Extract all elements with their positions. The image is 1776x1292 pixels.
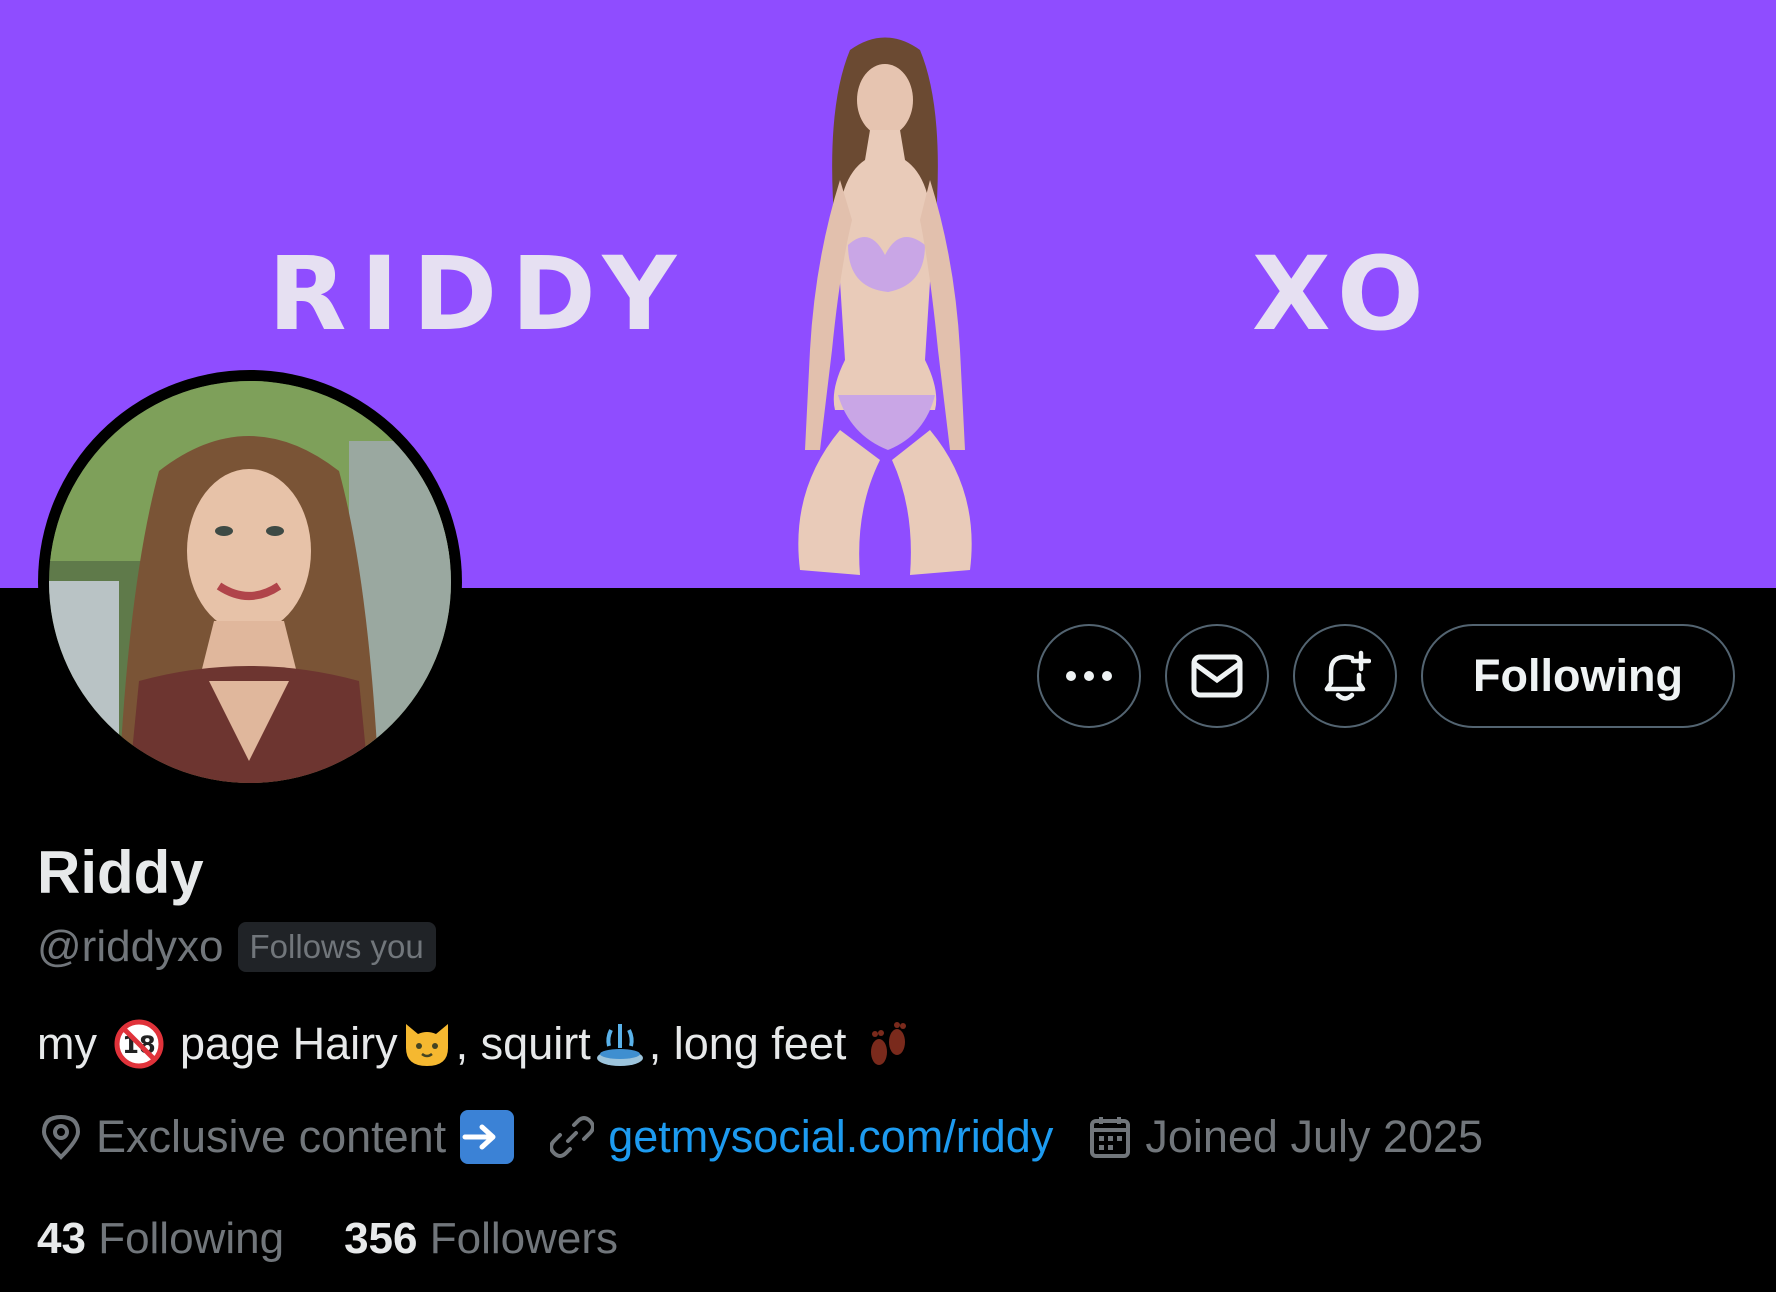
- followers-count-link[interactable]: 356 Followers: [344, 1214, 618, 1264]
- banner-text-left: RIDDY: [268, 235, 691, 354]
- cat-icon: [398, 1015, 456, 1073]
- bell-plus-icon: [1324, 650, 1372, 701]
- following-count: 43: [37, 1214, 86, 1263]
- website-item[interactable]: getmysocial.com/riddy: [550, 1111, 1053, 1163]
- profile-actions: Following: [1037, 624, 1735, 728]
- message-button[interactable]: [1165, 624, 1270, 728]
- notify-button[interactable]: [1293, 624, 1398, 728]
- calendar-icon: [1090, 1117, 1131, 1158]
- following-label: Following: [98, 1214, 285, 1263]
- joined-item: Joined July 2025: [1089, 1111, 1483, 1163]
- avatar-photo: [49, 381, 451, 783]
- joined-text: Joined July 2025: [1145, 1111, 1484, 1162]
- bio-text-2: page Hairy: [180, 1018, 398, 1069]
- display-name: Riddy: [37, 839, 204, 906]
- handle-row: @riddyxo Follows you: [37, 922, 436, 972]
- profile-bio: my 18 page Hairy , squirt , long feet: [37, 1015, 917, 1073]
- location-item: Exclusive content: [40, 1110, 515, 1164]
- bio-text-1: my: [37, 1018, 97, 1069]
- bio-text-3: , squirt: [455, 1018, 591, 1069]
- follow-stats: 43 Following 356 Followers: [37, 1214, 678, 1264]
- follows-you-badge: Follows you: [237, 922, 436, 972]
- following-count-link[interactable]: 43 Following: [37, 1214, 284, 1264]
- no-under-18-icon: 18: [110, 1015, 168, 1073]
- location-pin-icon: [41, 1114, 81, 1160]
- following-button[interactable]: Following: [1421, 624, 1735, 728]
- fountain-icon: [591, 1015, 649, 1073]
- location-text: Exclusive content: [96, 1111, 447, 1162]
- envelope-icon: [1191, 654, 1243, 698]
- profile-avatar[interactable]: [38, 370, 462, 794]
- right-arrow-icon: [460, 1110, 515, 1164]
- banner-text-right: XO: [1252, 235, 1434, 354]
- user-handle: @riddyxo: [37, 922, 224, 971]
- followers-count: 356: [344, 1214, 418, 1263]
- more-icon: [1066, 671, 1113, 681]
- followers-label: Followers: [429, 1214, 618, 1263]
- profile-meta: Exclusive content getmysocial.com/riddy …: [40, 1110, 1519, 1164]
- more-button[interactable]: [1037, 624, 1142, 728]
- link-icon: [550, 1116, 595, 1158]
- banner-figure-image: [798, 37, 972, 575]
- bio-text-4: , long feet: [648, 1018, 847, 1069]
- footprints-icon: [859, 1015, 917, 1073]
- website-link[interactable]: getmysocial.com/riddy: [608, 1111, 1053, 1163]
